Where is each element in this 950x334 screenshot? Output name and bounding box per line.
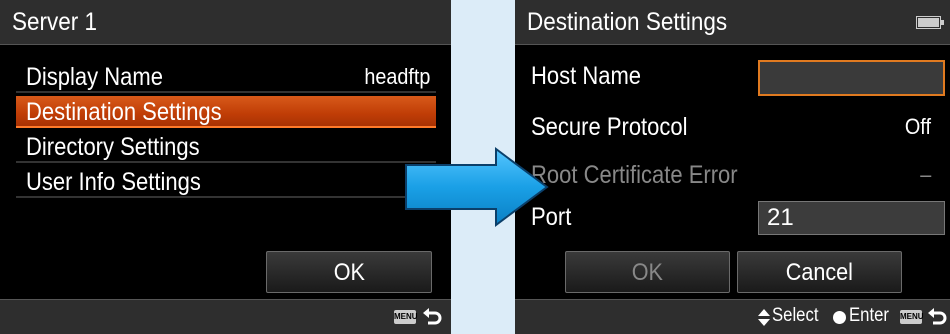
menu-item-user-info-settings[interactable]: User Info Settings	[16, 166, 436, 198]
screen-title: Server 1	[12, 8, 98, 36]
root-certificate-error-row: Root Certificate Error –	[531, 151, 941, 199]
footer-bar: MENU	[0, 299, 451, 334]
host-name-input[interactable]	[758, 60, 945, 96]
display-name-value: headftp	[363, 64, 430, 89]
arrow-right-icon	[405, 147, 549, 227]
menu-item-directory-settings[interactable]: Directory Settings	[16, 131, 436, 163]
menu-item-label: User Info Settings	[26, 168, 201, 196]
ok-button-label: OK	[631, 259, 664, 286]
select-hint: Select	[772, 305, 819, 326]
ok-button[interactable]: OK	[266, 251, 432, 293]
root-certificate-error-value: –	[919, 162, 931, 187]
host-name-label: Host Name	[531, 62, 642, 90]
menu-item-label: Directory Settings	[26, 133, 200, 161]
root-certificate-error-label: Root Certificate Error	[531, 161, 738, 189]
enter-dot-icon	[833, 311, 846, 324]
menu-button-icon[interactable]: MENU	[394, 310, 418, 324]
back-arrow-icon[interactable]	[422, 307, 442, 327]
battery-icon	[916, 16, 944, 29]
back-arrow-icon[interactable]	[927, 307, 947, 327]
port-input[interactable]: 21	[758, 201, 945, 235]
secure-protocol-row[interactable]: Secure Protocol Off	[531, 103, 941, 151]
menu-button-icon[interactable]: MENU	[900, 310, 924, 324]
destination-settings-screen: Destination Settings Host Name Secure Pr…	[515, 0, 950, 334]
screen-title-bar: Server 1	[0, 0, 451, 45]
screen-title-bar: Destination Settings	[515, 0, 950, 45]
menu-item-destination-settings[interactable]: Destination Settings	[16, 96, 436, 128]
menu-item-label: Display Name	[26, 63, 163, 91]
screen-title: Destination Settings	[527, 8, 728, 36]
menu-item-display-name[interactable]: Display Name headftp	[16, 61, 436, 93]
secure-protocol-label: Secure Protocol	[531, 113, 688, 141]
cancel-button-label: Cancel	[785, 259, 854, 286]
ok-button: OK	[565, 251, 730, 293]
server-1-screen: Server 1 Display Name headftp Destinatio…	[0, 0, 451, 334]
enter-hint: Enter	[849, 305, 889, 326]
updown-arrows-icon	[758, 309, 770, 326]
secure-protocol-value: Off	[904, 114, 931, 139]
menu-item-label: Destination Settings	[26, 98, 222, 126]
cancel-button[interactable]: Cancel	[737, 251, 902, 293]
ok-button-label: OK	[333, 259, 365, 286]
footer-bar: Select Enter MENU	[515, 299, 950, 334]
